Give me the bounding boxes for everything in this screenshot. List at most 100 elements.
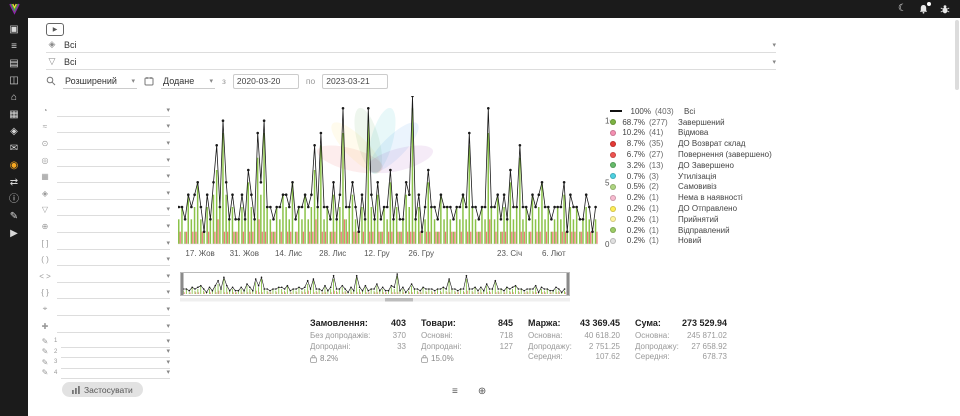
legend-count: (27): [649, 150, 674, 159]
legend-dot: [610, 130, 616, 136]
filter-select[interactable]: ▾: [57, 220, 170, 233]
chevron-down-icon: ▾: [166, 156, 170, 164]
filter-icon: ⊙: [38, 139, 52, 148]
date-field-select[interactable]: Додане ▾: [161, 74, 215, 89]
chart-brush-overview[interactable]: [180, 272, 575, 306]
legend-item[interactable]: 8.7%(35)ДО Возврат склад: [610, 138, 810, 149]
products-icon[interactable]: ▦: [9, 110, 18, 120]
stat-sublabel: Допродані:: [310, 342, 351, 353]
legend-count: (1): [649, 193, 674, 202]
filter-row: ⊙▾: [38, 135, 170, 152]
tags-icon[interactable]: ◈: [10, 127, 18, 137]
legend-item[interactable]: 0.2%(1)Новий: [610, 236, 810, 247]
filter-select[interactable]: ▾: [57, 237, 170, 250]
legend-dot: [610, 227, 616, 233]
legend-count: (403): [655, 107, 680, 116]
info-icon[interactable]: ⓘ: [9, 195, 19, 205]
stat-subvalue: 40 618.20: [584, 331, 620, 342]
search-icon[interactable]: [46, 76, 56, 86]
legend-percent: 0.2%: [620, 215, 645, 224]
legend-item[interactable]: 100%(403)Всі: [610, 106, 810, 117]
orders-icon[interactable]: ≡: [11, 42, 17, 52]
filter-row: ◎▾: [38, 152, 170, 169]
stat-sublabel: Середня:: [528, 352, 563, 363]
topbar-icons: ☾: [898, 4, 950, 14]
legend-item[interactable]: 0.5%(2)Самовивіз: [610, 182, 810, 193]
stat-column: Маржа:43 369.45Основна:40 618.20Допродаж…: [528, 318, 620, 363]
filter-row: ⌖▾: [38, 301, 170, 318]
filter-select[interactable]: ▾: [57, 120, 170, 133]
filter-icon: < >: [38, 272, 52, 281]
mail-icon[interactable]: ✉: [10, 144, 18, 154]
filter-select[interactable]: ▾: [57, 170, 170, 183]
globe-icon[interactable]: ⊕: [478, 386, 486, 397]
svg-text:12. Гру: 12. Гру: [364, 249, 390, 258]
legend-item[interactable]: 0.2%(1)Прийнятий: [610, 214, 810, 225]
debug-bug-icon[interactable]: [940, 4, 950, 14]
filter-icon: ⌖: [38, 304, 52, 314]
legend-count: (35): [649, 139, 674, 148]
apply-button[interactable]: Застосувати: [62, 382, 143, 397]
video-tutorial-button[interactable]: ▶: [46, 23, 64, 36]
chevron-down-icon: ▾: [131, 77, 135, 85]
legend-item[interactable]: 6.7%(27)Повернення (завершено): [610, 149, 810, 160]
integrations-icon[interactable]: ⇄: [10, 178, 18, 188]
edit-icon[interactable]: ✎: [10, 212, 18, 222]
date-to-input[interactable]: [322, 74, 388, 89]
chevron-down-icon: ▾: [209, 77, 213, 85]
stat-sublabel: Основні:: [421, 331, 453, 342]
analytics-icon[interactable]: ◉: [10, 161, 19, 171]
filter-select[interactable]: ▾: [57, 286, 170, 299]
filter-select[interactable]: ▾: [61, 366, 170, 379]
dashboard-icon[interactable]: ▣: [9, 25, 18, 35]
filter-select[interactable]: ▾: [57, 253, 170, 266]
filter-select[interactable]: ▾: [57, 203, 170, 216]
svg-text:31. Жов: 31. Жов: [230, 249, 259, 258]
apply-button-label: Застосувати: [84, 385, 133, 395]
pencil-number: 2: [54, 349, 59, 355]
date-from-input[interactable]: [233, 74, 299, 89]
filter-select[interactable]: ▾: [57, 187, 170, 200]
filter-select[interactable]: ▾: [57, 320, 170, 333]
legend-item[interactable]: 68.7%(277)Завершений: [610, 117, 810, 128]
notifications-bell-icon[interactable]: [919, 4, 928, 14]
legend-label: Повернення (завершено): [678, 150, 772, 159]
stat-subrow: Допродані:127: [421, 342, 513, 353]
funnel-filter-select[interactable]: ▽ Всі ▾: [46, 54, 776, 70]
stat-subvalue: 127: [500, 342, 513, 353]
pencil-number: 4: [54, 370, 59, 376]
legend-item[interactable]: 10.2%(41)Відмова: [610, 128, 810, 139]
list-view-icon[interactable]: ≡: [452, 386, 458, 397]
catalog-icon[interactable]: ▤: [9, 59, 18, 69]
stat-sublabel: Середня:: [635, 352, 670, 363]
search-mode-select[interactable]: Розширений ▾: [63, 74, 137, 89]
chevron-down-icon: ▾: [166, 205, 170, 213]
chevron-down-icon: ▾: [166, 322, 170, 330]
filter-select[interactable]: ▾: [57, 104, 170, 117]
video-icon[interactable]: ▶: [10, 229, 18, 239]
legend-count: (41): [649, 128, 674, 137]
filter-select[interactable]: ▾: [57, 303, 170, 316]
legend-item[interactable]: 3.2%(13)ДО Завершено: [610, 160, 810, 171]
home-icon[interactable]: ⌂: [11, 93, 17, 103]
filter-select[interactable]: ▾: [57, 137, 170, 150]
legend-item[interactable]: 0.7%(3)Утилізація: [610, 171, 810, 182]
legend-item[interactable]: 0.2%(1)ДО Отправлено: [610, 203, 810, 214]
stat-subvalue: 107.62: [596, 352, 620, 363]
vertical-scrollbar[interactable]: [955, 20, 959, 90]
filter-select[interactable]: ▾: [57, 154, 170, 167]
filter-row: ( )▾: [38, 251, 170, 268]
legend-item[interactable]: 0.2%(1)Нема в наявності: [610, 192, 810, 203]
stat-sublabel: Допродажу:: [635, 342, 679, 353]
filter-select[interactable]: ▾: [57, 270, 170, 283]
status-filter-select[interactable]: ◈ Всі ▾: [46, 37, 776, 53]
chevron-down-icon: ▾: [166, 239, 170, 247]
stat-subrow: Середня:678.73: [635, 352, 727, 363]
legend-item[interactable]: 0.2%(1)Відправлений: [610, 225, 810, 236]
theme-moon-icon[interactable]: ☾: [898, 4, 907, 14]
legend-dot: [610, 141, 616, 147]
app-logo-icon: [8, 3, 21, 15]
chevron-down-icon: ▾: [166, 358, 170, 366]
svg-text:17. Жов: 17. Жов: [185, 249, 214, 258]
clients-icon[interactable]: ◫: [9, 76, 18, 86]
